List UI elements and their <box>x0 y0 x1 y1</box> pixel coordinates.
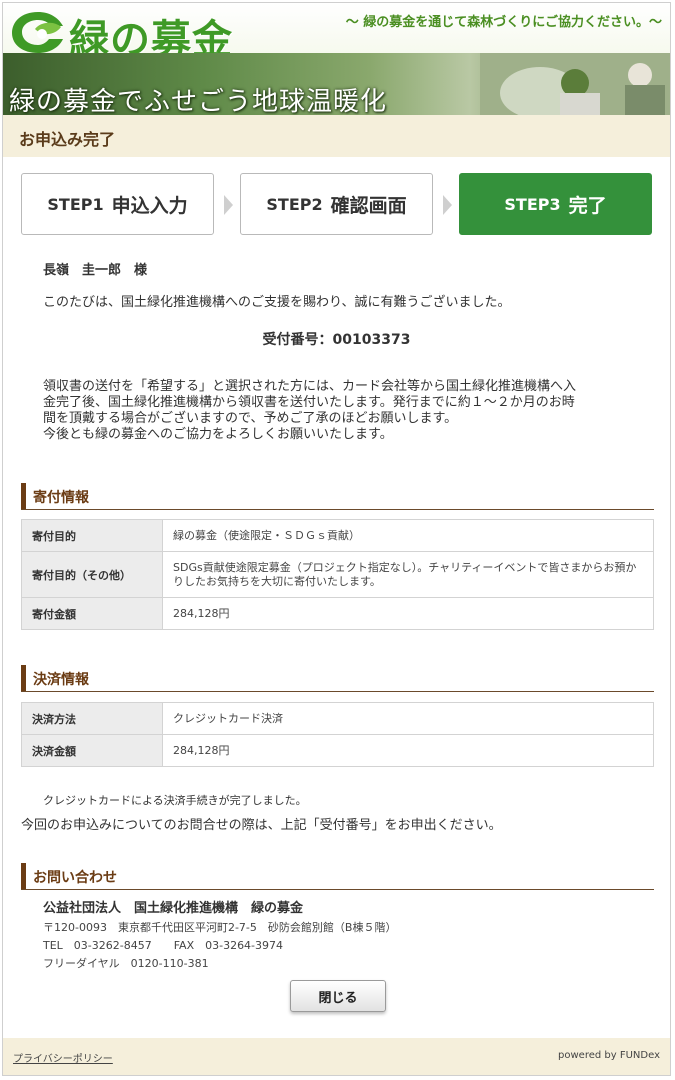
page-title-bar: お申込み完了 <box>3 115 670 157</box>
receipt-label: 受付番号： <box>262 332 333 348</box>
step-2-label: 確認画面 <box>330 194 407 217</box>
donation-section-heading: 寄付情報 <box>21 483 654 510</box>
heading-bar <box>21 665 26 691</box>
row-label: 決済金額 <box>21 734 163 767</box>
table-row: 寄付目的 緑の募金（使途限定・ＳＤＧｓ貢献） <box>21 519 654 552</box>
page-frame: 緑の募金 ～ 緑の募金を通じて森林づくりにご協力ください。～ 緑の募金でふせごう… <box>2 2 671 1076</box>
receipt-number: 受付番号：00103373 <box>3 329 670 349</box>
donor-name: 長嶺 圭一郎 様 <box>43 263 148 278</box>
row-label: 寄付目的 <box>21 519 163 552</box>
inquiry-note: 今回のお申込みについてのお問合せの際は、上記「受付番号」をお申出ください。 <box>21 818 502 833</box>
notice-line: 領収書の送付を「希望する」と選択された方には、カード会社等から国土緑化推進機構へ… <box>43 379 577 394</box>
step-2-number: STEP2 <box>266 194 323 214</box>
site-header: 緑の募金 ～ 緑の募金を通じて森林づくりにご協力ください。～ 緑の募金でふせごう… <box>3 3 670 115</box>
step-3-label: 完了 <box>568 194 607 217</box>
notice-line: 今後とも緑の募金へのご協力をよろしくお願いいたします。 <box>43 427 393 442</box>
contact-address: 〒120-0093 東京都千代田区平河町2-7-5 砂防会館別館（B棟５階） <box>43 921 397 934</box>
contact-section-title: お問い合わせ <box>33 870 117 886</box>
payment-section-heading: 決済情報 <box>21 665 654 692</box>
step-1: STEP1 申込入力 <box>21 173 214 235</box>
banner-photo-image <box>480 53 670 115</box>
step-2: STEP2 確認画面 <box>240 173 433 235</box>
logo-leaf-icon <box>12 12 63 53</box>
step-arrow-icon <box>224 195 233 215</box>
header-banner: 緑の募金でふせごう地球温暖化 <box>3 53 670 115</box>
heading-bar <box>21 863 26 889</box>
contact-tel-fax: TEL 03-3262-8457 FAX 03-3264-3974 <box>43 939 284 952</box>
row-label: 寄付目的（その他） <box>21 551 163 598</box>
row-label: 寄付金額 <box>21 597 163 630</box>
row-value: 緑の募金（使途限定・ＳＤＧｓ貢献） <box>162 519 654 552</box>
row-label: 決済方法 <box>21 702 163 735</box>
row-value: 284,128円 <box>162 734 654 767</box>
thanks-message: このたびは、国土緑化推進機構へのご支援を賜わり、誠に有難うございました。 <box>43 295 511 310</box>
page-footer: プライバシーポリシー powered by FUNDex <box>3 1038 670 1075</box>
powered-by-text: powered by FUNDex <box>558 1050 660 1061</box>
payment-section-title: 決済情報 <box>33 672 89 688</box>
step-1-number: STEP1 <box>47 194 104 214</box>
payment-complete-note: クレジットカードによる決済手続きが完了しました。 <box>43 794 307 807</box>
heading-bar <box>21 483 26 509</box>
table-row: 寄付金額 284,128円 <box>21 597 654 630</box>
close-button[interactable]: 閉じる <box>290 980 386 1012</box>
table-row: 決済金額 284,128円 <box>21 734 654 767</box>
step-3-number: STEP3 <box>504 194 561 214</box>
row-value: 284,128円 <box>162 597 654 630</box>
step-1-label: 申込入力 <box>111 194 188 217</box>
notice-line: 間を頂戴する場合がございますので、予めご了承のほどお願いします。 <box>43 411 458 426</box>
step-arrow-icon <box>443 195 452 215</box>
row-value: クレジットカード決済 <box>162 702 654 735</box>
payment-table: 決済方法 クレジットカード決済 決済金額 284,128円 <box>21 702 654 767</box>
header-tagline: ～ 緑の募金を通じて森林づくりにご協力ください。～ <box>345 15 662 30</box>
notice-line: 金完了後、国土緑化推進機構から領収書を送付いたします。発行までに約１～２か月のお… <box>43 395 575 410</box>
table-row: 寄付目的（その他） SDGs貢献使途限定募金（プロジェクト指定なし）。チャリティ… <box>21 551 654 598</box>
contact-section-heading: お問い合わせ <box>21 863 654 890</box>
page-title: お申込み完了 <box>19 130 116 149</box>
receipt-value: 00103373 <box>332 332 411 348</box>
table-row: 決済方法 クレジットカード決済 <box>21 702 654 735</box>
privacy-policy-link[interactable]: プライバシーポリシー <box>13 1050 113 1065</box>
banner-slogan: 緑の募金でふせごう地球温暖化 <box>9 87 388 115</box>
step-3-active: STEP3 完了 <box>459 173 652 235</box>
row-value: SDGs貢献使途限定募金（プロジェクト指定なし）。チャリティーイベントで皆さまか… <box>162 551 654 598</box>
contact-org: 公益社団法人 国土緑化推進機構 緑の募金 <box>43 901 304 916</box>
donation-section-title: 寄付情報 <box>33 490 89 506</box>
contact-freedial: フリーダイヤル 0120-110-381 <box>43 957 209 970</box>
donation-table: 寄付目的 緑の募金（使途限定・ＳＤＧｓ貢献） 寄付目的（その他） SDGs貢献使… <box>21 519 654 630</box>
